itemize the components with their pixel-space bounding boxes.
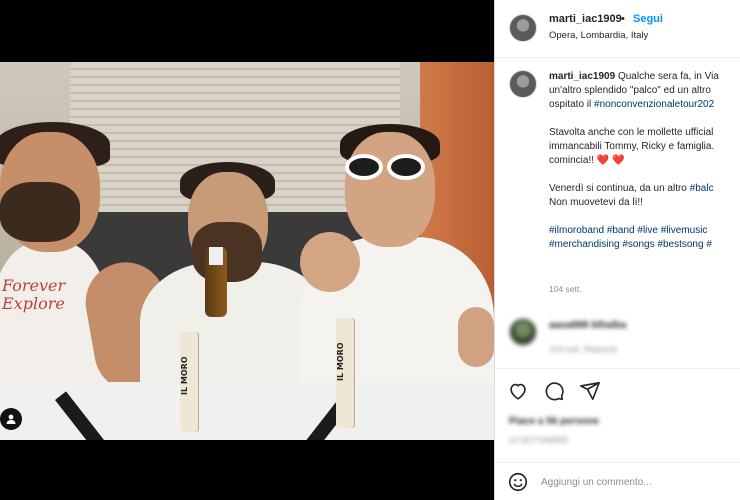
caption-line-2: un'altro splendido "palco" ed un altro bbox=[549, 85, 711, 96]
post-photo[interactable]: Forever Explore IL MORO IL MORO bbox=[0, 62, 494, 440]
caption-line-1: Qualche sera fa, in Via bbox=[615, 71, 719, 82]
caption-line-7: Venerdì si continua, da un altro bbox=[549, 183, 690, 194]
hashtags-line-2[interactable]: #merchandising #songs #bestsong # bbox=[549, 238, 740, 252]
caption-line-6: comincia!! bbox=[549, 155, 597, 166]
follow-button[interactable]: Segui bbox=[633, 13, 663, 25]
clothespeg-left-text: IL MORO bbox=[180, 356, 189, 396]
caption-line-4: Stavolta anche con le mollette ufficial bbox=[549, 127, 714, 138]
post-header: marti_iac1909 • Segui Opera, Lombardia, … bbox=[495, 0, 740, 58]
caption-line-5: immancabili Tommy, Ricky e famiglia. bbox=[549, 141, 715, 152]
post-caption: marti_iac1909 Qualche sera fa, in Via un… bbox=[495, 58, 740, 308]
post-location[interactable]: Opera, Lombardia, Italy bbox=[549, 30, 648, 41]
person-right-hand bbox=[300, 232, 360, 292]
caption-timestamp[interactable]: 104 sett. bbox=[549, 284, 582, 294]
post-media: Forever Explore IL MORO IL MORO bbox=[0, 0, 494, 500]
share-icon[interactable] bbox=[579, 380, 601, 402]
comment-input[interactable] bbox=[541, 471, 731, 493]
hashtags-line-1[interactable]: #ilmoroband #band #live #livemusic bbox=[549, 224, 740, 238]
post-side-panel: marti_iac1909 • Segui Opera, Lombardia, … bbox=[494, 0, 740, 500]
emoji-icon[interactable] bbox=[507, 471, 529, 493]
post-date: 14 SETTEMBRE bbox=[509, 436, 570, 445]
caption-line-8: Non muovetevi da lì!! bbox=[549, 197, 643, 208]
bottle-label bbox=[209, 247, 223, 265]
divider bbox=[495, 368, 740, 369]
white-sunglasses bbox=[345, 154, 427, 184]
person-middle-beard bbox=[192, 222, 262, 282]
clothespeg-right-text: IL MORO bbox=[336, 342, 345, 382]
separator-dot: • bbox=[621, 13, 625, 25]
author-username[interactable]: marti_iac1909 bbox=[549, 13, 622, 25]
hearts-emoji: ❤️ ❤️ bbox=[596, 155, 625, 166]
likes-count[interactable]: Piace a 56 persone bbox=[509, 416, 599, 427]
person-right-pointing-hand bbox=[458, 307, 494, 367]
comment-icon[interactable] bbox=[543, 380, 565, 402]
shirt-print: Forever Explore bbox=[2, 276, 66, 313]
commenter-username[interactable]: aaoa888 blhalba bbox=[549, 320, 626, 331]
post-actions bbox=[507, 380, 601, 404]
commenter-avatar[interactable] bbox=[509, 318, 537, 346]
clothespeg-right: IL MORO bbox=[336, 318, 354, 428]
caption-line-3: ospitato il bbox=[549, 99, 595, 110]
comment-meta: 104 sett. Rispondi bbox=[549, 344, 618, 354]
hashtag-balcony[interactable]: #balc bbox=[690, 183, 714, 194]
caption-text: marti_iac1909 Qualche sera fa, in Via un… bbox=[549, 70, 740, 252]
person-right-head bbox=[345, 132, 435, 247]
tagged-users-icon[interactable] bbox=[0, 408, 22, 430]
caption-username[interactable]: marti_iac1909 bbox=[549, 71, 615, 82]
clothespeg-left: IL MORO bbox=[180, 332, 198, 432]
caption-avatar[interactable] bbox=[509, 70, 537, 98]
person-left-beard bbox=[0, 182, 80, 242]
comment-item: aaoa888 blhalba 104 sett. Rispondi bbox=[495, 310, 740, 362]
heart-icon[interactable] bbox=[507, 380, 529, 402]
add-comment-bar bbox=[495, 463, 740, 500]
author-avatar[interactable] bbox=[509, 14, 537, 42]
hashtag-tour[interactable]: #nonconvenzionaletour202 bbox=[594, 99, 714, 110]
